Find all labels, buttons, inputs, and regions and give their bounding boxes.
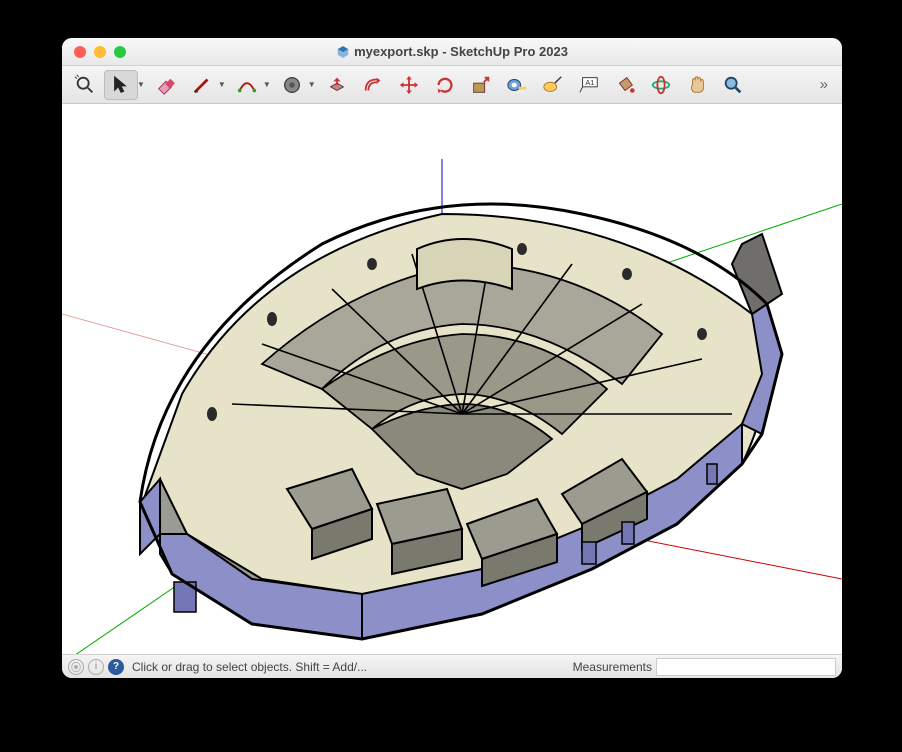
scale-tool[interactable] (464, 70, 498, 100)
orbit-tool[interactable] (644, 70, 678, 100)
line-dropdown[interactable]: ▼ (218, 80, 226, 89)
select-icon (110, 74, 132, 96)
eraser-tool[interactable] (149, 70, 183, 100)
svg-text:A1: A1 (585, 78, 594, 87)
pan-tool[interactable] (680, 70, 714, 100)
offset-icon (362, 74, 384, 96)
zoom-button[interactable] (114, 46, 126, 58)
toolbar: ▼ ▼ ▼ (62, 66, 842, 104)
pushpull-tool[interactable] (320, 70, 354, 100)
scale-icon (470, 74, 492, 96)
paint-icon (614, 74, 636, 96)
text-tool[interactable]: A1 (572, 70, 606, 100)
close-button[interactable] (74, 46, 86, 58)
zoom-tool[interactable] (716, 70, 750, 100)
dimension-icon (542, 74, 564, 96)
app-icon (336, 45, 350, 59)
tape-tool[interactable] (500, 70, 534, 100)
paint-tool[interactable] (608, 70, 642, 100)
select-tool[interactable] (104, 70, 138, 100)
minimize-button[interactable] (94, 46, 106, 58)
eraser-icon (155, 74, 177, 96)
statusbar: ⦿ i ? Click or drag to select objects. S… (62, 654, 842, 678)
dimension-tool[interactable] (536, 70, 570, 100)
status-hint: Click or drag to select objects. Shift =… (132, 660, 367, 674)
shapes-icon (281, 74, 303, 96)
offset-tool[interactable] (356, 70, 390, 100)
shapes-dropdown[interactable]: ▼ (308, 80, 316, 89)
move-icon (398, 74, 420, 96)
window-controls (62, 46, 126, 58)
line-tool[interactable] (185, 70, 219, 100)
window-title: myexport.skp - SketchUp Pro 2023 (62, 44, 842, 59)
orbit-icon (650, 74, 672, 96)
credits-icon[interactable]: i (88, 659, 104, 675)
model-canvas (62, 104, 842, 654)
pan-icon (686, 74, 708, 96)
viewport-3d[interactable] (62, 104, 842, 654)
line-icon (191, 74, 213, 96)
geolocation-icon[interactable]: ⦿ (68, 659, 84, 675)
measurements-label: Measurements (573, 660, 652, 674)
move-tool[interactable] (392, 70, 426, 100)
zoom-icon (722, 74, 744, 96)
tape-icon (506, 74, 528, 96)
rotate-icon (434, 74, 456, 96)
shapes-tool[interactable] (275, 70, 309, 100)
titlebar: myexport.skp - SketchUp Pro 2023 (62, 38, 842, 66)
app-window: myexport.skp - SketchUp Pro 2023 ▼ (62, 38, 842, 678)
search-tool[interactable] (68, 70, 102, 100)
measurements-input[interactable] (656, 658, 836, 676)
text-icon: A1 (578, 74, 600, 96)
arc-dropdown[interactable]: ▼ (263, 80, 271, 89)
rotate-tool[interactable] (428, 70, 462, 100)
pushpull-icon (326, 74, 348, 96)
help-icon[interactable]: ? (108, 659, 124, 675)
arc-icon (236, 74, 258, 96)
toolbar-overflow[interactable]: » (812, 76, 836, 93)
arc-tool[interactable] (230, 70, 264, 100)
title-text: myexport.skp - SketchUp Pro 2023 (354, 44, 568, 59)
search-icon (74, 74, 96, 96)
select-dropdown[interactable]: ▼ (137, 80, 145, 89)
